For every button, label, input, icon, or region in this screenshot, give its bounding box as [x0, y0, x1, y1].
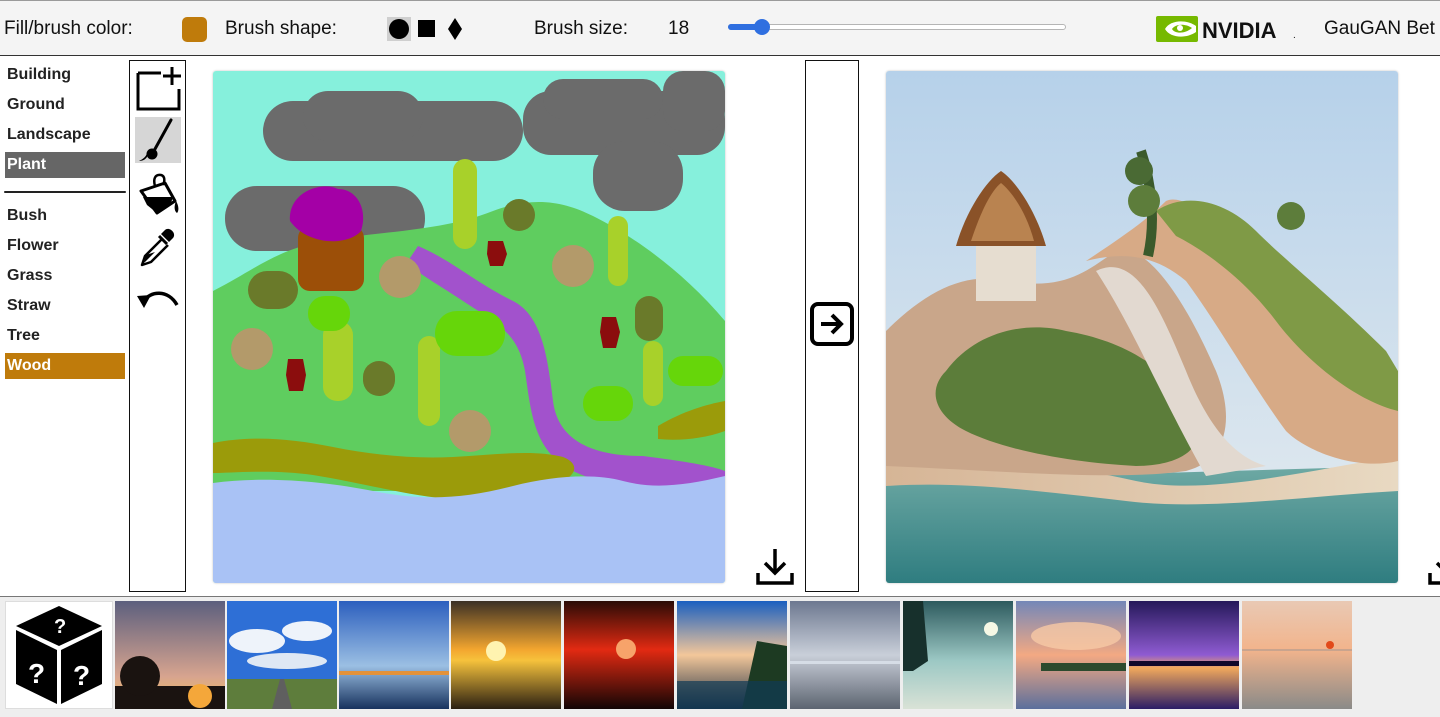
tool-column [129, 60, 186, 592]
brush-shape-group [387, 17, 467, 42]
style-thumbnail-5[interactable] [564, 601, 674, 709]
style-thumbnail-10[interactable] [1129, 601, 1239, 709]
undo-button[interactable] [135, 279, 181, 325]
eyedropper-icon [140, 228, 175, 267]
brush-size-value: 18 [668, 18, 690, 39]
label-category-plant[interactable]: Plant [5, 152, 125, 178]
render-arrow-icon[interactable] [809, 301, 855, 347]
label-category-ground[interactable]: Ground [5, 92, 125, 118]
random-style-button[interactable]: ? ? ? [5, 601, 113, 709]
brush-shape-square[interactable] [415, 17, 439, 41]
brush-shape-label: Brush shape: [225, 18, 337, 39]
toolbar: Fill/brush color: Brush shape: Brush siz… [0, 0, 1440, 56]
label-item-wood[interactable]: Wood [5, 353, 125, 379]
style-thumbnail-6[interactable] [677, 601, 787, 709]
svg-text:?: ? [54, 616, 66, 638]
fill-tool-button[interactable] [135, 171, 181, 217]
svg-text:.: . [1293, 30, 1296, 41]
label-item-grass[interactable]: Grass [5, 263, 125, 289]
svg-text:?: ? [73, 660, 90, 691]
label-panel: Building Ground Landscape Plant Bush Flo… [0, 57, 128, 596]
style-thumbnail-2[interactable] [227, 601, 337, 709]
output-image [886, 71, 1398, 583]
segmentation-drawing [213, 71, 725, 583]
nvidia-eye-icon [1156, 16, 1198, 42]
brush-size-label: Brush size: [534, 18, 628, 39]
style-thumbnail-9[interactable] [1016, 601, 1126, 709]
label-divider [4, 191, 126, 193]
eyedropper-tool-button[interactable] [135, 225, 181, 271]
label-item-bush[interactable]: Bush [5, 203, 125, 229]
style-thumbnail-3[interactable] [339, 601, 449, 709]
brush-icon [139, 118, 173, 161]
svg-text:?: ? [28, 658, 45, 689]
generated-landscape [886, 71, 1398, 583]
fill-color-label: Fill/brush color: [4, 18, 133, 39]
brush-size-slider-thumb[interactable] [753, 19, 770, 35]
brush-size-slider[interactable] [728, 24, 1066, 30]
app-title: GauGAN Bet [1324, 18, 1435, 39]
download-segmentation-icon[interactable] [755, 546, 795, 586]
brush-shape-diamond[interactable] [443, 17, 467, 41]
new-canvas-button[interactable] [135, 65, 181, 111]
circle-icon [389, 19, 409, 39]
label-category-landscape[interactable]: Landscape [5, 122, 125, 148]
diamond-icon [448, 18, 462, 40]
square-icon [418, 20, 435, 37]
brush-shape-circle[interactable] [387, 17, 411, 41]
fill-color-swatch[interactable] [182, 17, 207, 42]
style-thumbnail-8[interactable] [903, 601, 1013, 709]
download-output-icon[interactable] [1427, 546, 1440, 586]
nvidia-logo: NVIDIA . [1156, 16, 1296, 43]
style-thumbnail-1[interactable] [115, 601, 225, 709]
style-thumbnail-4[interactable] [451, 601, 561, 709]
random-dice-icon: ? ? ? [16, 606, 102, 704]
style-thumbnail-7[interactable] [790, 601, 900, 709]
style-thumbnail-11[interactable] [1242, 601, 1352, 709]
label-item-tree[interactable]: Tree [5, 323, 125, 349]
style-strip: ? ? ? [0, 596, 1440, 717]
undo-icon [137, 291, 179, 308]
svg-text:NVIDIA: NVIDIA [1202, 18, 1277, 43]
segmentation-canvas[interactable] [213, 71, 725, 583]
brush-tool-button[interactable] [135, 117, 181, 163]
label-category-building[interactable]: Building [5, 62, 125, 88]
paint-bucket-icon [139, 173, 179, 215]
new-canvas-icon [136, 67, 181, 111]
render-column [805, 60, 859, 592]
label-item-flower[interactable]: Flower [5, 233, 125, 259]
label-item-straw[interactable]: Straw [5, 293, 125, 319]
